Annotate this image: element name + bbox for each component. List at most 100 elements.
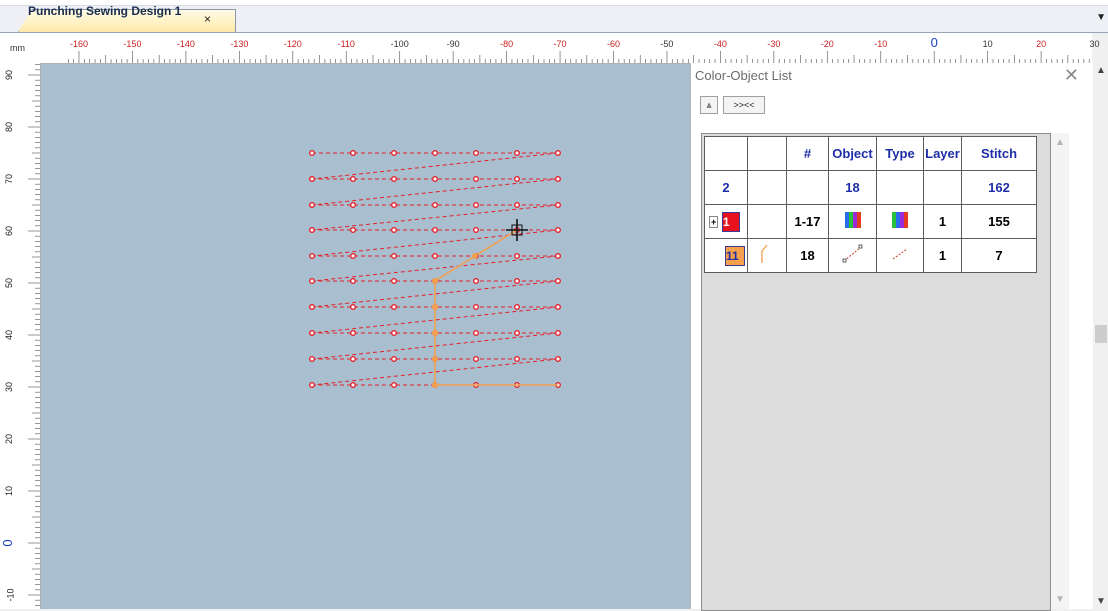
header-stitch[interactable]: Stitch bbox=[961, 136, 1037, 171]
stitch-point bbox=[514, 252, 521, 259]
ruler-label: -40 bbox=[713, 39, 727, 49]
stitch-point bbox=[555, 356, 562, 363]
stitch-point bbox=[391, 330, 398, 337]
panel-vertical-scrollbar[interactable]: ▲ ▼ bbox=[1051, 133, 1069, 609]
stitch-point bbox=[350, 175, 357, 182]
panel-title: Color-Object List bbox=[695, 68, 792, 83]
table-cell bbox=[876, 204, 924, 239]
scroll-down-icon[interactable]: ▼ bbox=[1096, 596, 1106, 607]
ruler-label: 40 bbox=[4, 329, 15, 341]
stitch-point bbox=[391, 252, 398, 259]
close-panel-icon[interactable]: ✕ bbox=[1064, 65, 1079, 86]
panel-scroll-down-icon[interactable]: ▼ bbox=[1055, 594, 1065, 605]
color-swatch-red[interactable]: 1 bbox=[721, 211, 740, 232]
header-layer[interactable]: Layer bbox=[923, 136, 962, 171]
ruler-label: 30 bbox=[4, 381, 15, 393]
header-type[interactable]: Type bbox=[876, 136, 924, 171]
stitch-point bbox=[555, 277, 562, 284]
ruler-label: 0 bbox=[930, 35, 938, 50]
expand-row-icon[interactable]: + bbox=[709, 215, 719, 228]
running-stitch-point bbox=[432, 330, 438, 336]
stitch-point bbox=[473, 356, 480, 363]
stitch-point bbox=[391, 201, 398, 208]
color-wheel-icon bbox=[892, 212, 908, 228]
table-cell: 11 bbox=[704, 238, 748, 273]
object-range: 18 bbox=[786, 238, 829, 273]
row-stitch-count: 155 bbox=[961, 204, 1037, 239]
horizontal-ruler: mm -160 -150 -140 -130 -120 -110 -100 -90 -80 -70… bbox=[0, 33, 1100, 64]
table-cell bbox=[747, 238, 787, 273]
table-cell bbox=[923, 170, 962, 205]
running-stitch-point bbox=[432, 382, 438, 388]
stitch-point bbox=[432, 175, 439, 182]
ruler-label: -130 bbox=[230, 39, 249, 49]
stitch-point bbox=[350, 277, 357, 284]
stitch-point bbox=[391, 303, 398, 310]
ruler-label: 10 bbox=[4, 485, 15, 497]
ruler-label: 0 bbox=[0, 539, 16, 547]
collapse-all-button[interactable]: ⩓ bbox=[700, 96, 718, 114]
ruler-label: 90 bbox=[4, 69, 15, 81]
scrollbar-thumb[interactable] bbox=[1095, 325, 1107, 343]
stitch-point bbox=[432, 201, 439, 208]
header-number[interactable]: # bbox=[786, 136, 829, 171]
close-tab-icon[interactable]: × bbox=[204, 12, 211, 26]
color-object-table-area: # Object Type Layer Stitch 2 18 162 + 1 bbox=[701, 133, 1051, 611]
horizontal-ruler-ticks bbox=[67, 51, 1090, 63]
stitch-path-thumbnail-icon bbox=[761, 244, 768, 263]
stitch-point bbox=[391, 356, 398, 363]
panel-scroll-up-icon[interactable]: ▲ bbox=[1055, 137, 1065, 148]
stitch-point bbox=[309, 382, 316, 389]
stitch-jump-line bbox=[311, 229, 559, 257]
ruler-label: -140 bbox=[176, 39, 195, 49]
ruler-label: -110 bbox=[337, 39, 355, 49]
ruler-label: 60 bbox=[4, 225, 15, 237]
stitch-design[interactable] bbox=[41, 64, 691, 609]
stitch-point bbox=[514, 356, 521, 363]
stitch-point bbox=[514, 175, 521, 182]
running-stitch-point bbox=[432, 356, 438, 362]
stitch-point bbox=[309, 175, 316, 182]
header-object[interactable]: Object bbox=[828, 136, 877, 171]
color-row-1[interactable]: + 1 1-17 1 155 bbox=[704, 204, 1037, 239]
stitch-point bbox=[473, 175, 480, 182]
ruler-label: -60 bbox=[606, 39, 621, 49]
tab-list-dropdown-icon[interactable]: ▼ bbox=[1096, 12, 1106, 23]
total-stitches: 162 bbox=[961, 170, 1037, 205]
color-swatch-orange[interactable]: 11 bbox=[725, 245, 745, 266]
table-cell bbox=[828, 238, 877, 273]
ruler-label: -100 bbox=[390, 39, 409, 49]
table-cell bbox=[876, 170, 924, 205]
stitch-point bbox=[391, 382, 398, 389]
summary-row[interactable]: 2 18 162 bbox=[704, 170, 1037, 205]
scroll-up-icon[interactable]: ▲ bbox=[1096, 65, 1106, 76]
stitch-point bbox=[309, 330, 316, 337]
stitch-point bbox=[432, 226, 439, 233]
stitch-point bbox=[309, 303, 316, 310]
stitch-jump-line bbox=[311, 204, 559, 231]
stitch-point bbox=[309, 149, 316, 156]
stitch-point bbox=[555, 149, 562, 156]
header-expander bbox=[704, 136, 748, 171]
stitch-point bbox=[309, 226, 316, 233]
canvas-vertical-scrollbar[interactable]: ▲ ▼ bbox=[1092, 63, 1108, 609]
header-icon bbox=[747, 136, 787, 171]
ruler-label: 70 bbox=[4, 173, 15, 185]
stitch-point bbox=[350, 382, 357, 389]
ruler-label: -10 bbox=[874, 39, 888, 49]
table-cell bbox=[828, 204, 877, 239]
stitch-point bbox=[309, 252, 316, 259]
row-layer: 1 bbox=[923, 204, 962, 239]
stitch-point bbox=[473, 330, 480, 337]
expand-collapse-button[interactable]: >><< bbox=[723, 96, 765, 114]
stitch-jump-line bbox=[311, 152, 559, 180]
color-row-2[interactable]: 11 18 1 7 bbox=[704, 238, 1037, 273]
document-tab-title[interactable]: Punching Sewing Design 1 bbox=[28, 4, 181, 18]
stitch-point bbox=[514, 330, 521, 337]
ruler-label: -50 bbox=[660, 39, 674, 49]
stitch-point bbox=[514, 149, 521, 156]
stitch-point bbox=[391, 226, 398, 233]
stitch-point bbox=[350, 303, 357, 310]
stitch-point bbox=[350, 149, 357, 156]
stitch-point bbox=[391, 175, 398, 182]
